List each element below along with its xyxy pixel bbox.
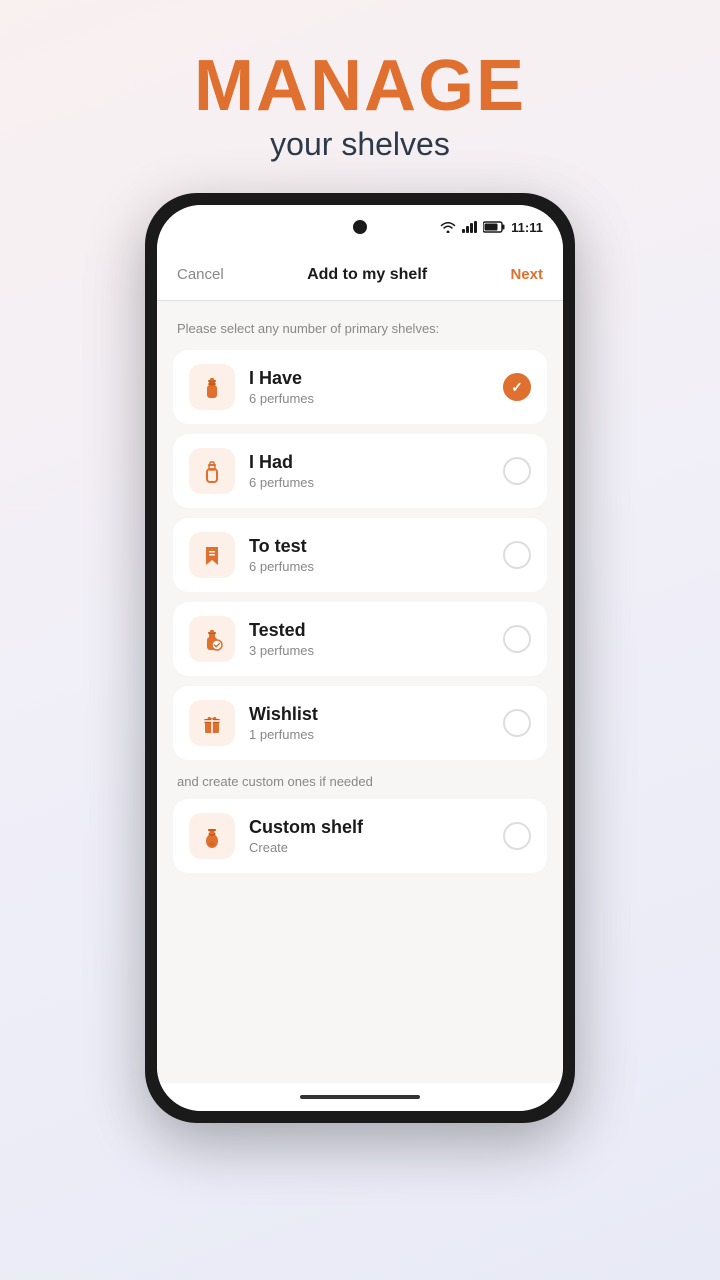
checkbox-wishlist[interactable] bbox=[503, 709, 531, 737]
shelf-item-to-test[interactable]: To test 6 perfumes bbox=[173, 518, 547, 592]
phone-frame: 11:11 Cancel Add to my shelf Next Please… bbox=[145, 193, 575, 1123]
shelf-item-tested[interactable]: Tested 3 perfumes bbox=[173, 602, 547, 676]
checkbox-to-test[interactable] bbox=[503, 541, 531, 569]
checkbox-i-had[interactable] bbox=[503, 457, 531, 485]
custom-bottle-icon bbox=[198, 822, 226, 850]
phone-screen: 11:11 Cancel Add to my shelf Next Please… bbox=[157, 205, 563, 1111]
shelf-name-i-had: I Had bbox=[249, 452, 503, 473]
shelf-count-wishlist: 1 perfumes bbox=[249, 727, 503, 742]
bookmark-icon bbox=[198, 541, 226, 569]
shelf-name-tested: Tested bbox=[249, 620, 503, 641]
shelf-info-tested: Tested 3 perfumes bbox=[249, 620, 503, 658]
shelf-icon-wrapper-wishlist bbox=[189, 700, 235, 746]
shelf-info-i-have: I Have 6 perfumes bbox=[249, 368, 503, 406]
cancel-button[interactable]: Cancel bbox=[177, 266, 224, 283]
wifi-icon bbox=[440, 221, 456, 233]
shelf-icon-wrapper-to-test bbox=[189, 532, 235, 578]
status-right: 11:11 bbox=[440, 220, 543, 235]
shelf-info-i-had: I Had 6 perfumes bbox=[249, 452, 503, 490]
next-button[interactable]: Next bbox=[510, 266, 543, 283]
content-area: Please select any number of primary shel… bbox=[157, 301, 563, 1083]
signal-bars bbox=[462, 221, 477, 233]
perfume-check-icon bbox=[198, 625, 226, 653]
shelf-icon-wrapper-custom bbox=[189, 813, 235, 859]
checkbox-i-have[interactable] bbox=[503, 373, 531, 401]
checkbox-custom[interactable] bbox=[503, 822, 531, 850]
main-subtitle: your shelves bbox=[194, 126, 526, 163]
shelf-name-custom: Custom shelf bbox=[249, 817, 503, 838]
shelf-action-custom: Create bbox=[249, 840, 503, 855]
status-time: 11:11 bbox=[511, 220, 543, 235]
shelf-icon-wrapper-i-had bbox=[189, 448, 235, 494]
home-bar bbox=[300, 1095, 420, 1099]
nav-title: Add to my shelf bbox=[307, 266, 427, 284]
primary-instruction: Please select any number of primary shel… bbox=[173, 321, 547, 336]
shelf-info-custom: Custom shelf Create bbox=[249, 817, 503, 855]
shelf-info-wishlist: Wishlist 1 perfumes bbox=[249, 704, 503, 742]
nav-bar: Cancel Add to my shelf Next bbox=[157, 249, 563, 301]
shelf-icon-wrapper-i-have bbox=[189, 364, 235, 410]
custom-instruction: and create custom ones if needed bbox=[177, 774, 543, 789]
checkbox-tested[interactable] bbox=[503, 625, 531, 653]
shelf-count-to-test: 6 perfumes bbox=[249, 559, 503, 574]
header-section: MANAGE your shelves bbox=[194, 50, 526, 163]
shelf-item-i-had[interactable]: I Had 6 perfumes bbox=[173, 434, 547, 508]
shelf-item-wishlist[interactable]: Wishlist 1 perfumes bbox=[173, 686, 547, 760]
home-indicator bbox=[157, 1083, 563, 1111]
shelf-icon-wrapper-tested bbox=[189, 616, 235, 662]
shelf-info-to-test: To test 6 perfumes bbox=[249, 536, 503, 574]
battery-icon bbox=[483, 221, 505, 233]
perfume-outline-icon bbox=[198, 457, 226, 485]
gift-icon bbox=[198, 709, 226, 737]
shelf-count-i-have: 6 perfumes bbox=[249, 391, 503, 406]
shelf-count-i-had: 6 perfumes bbox=[249, 475, 503, 490]
camera-notch bbox=[353, 220, 367, 234]
main-title: MANAGE bbox=[194, 50, 526, 122]
shelf-item-custom[interactable]: Custom shelf Create bbox=[173, 799, 547, 873]
shelf-name-wishlist: Wishlist bbox=[249, 704, 503, 725]
status-bar: 11:11 bbox=[157, 205, 563, 249]
shelf-item-i-have[interactable]: I Have 6 perfumes bbox=[173, 350, 547, 424]
perfume-bottle-icon bbox=[198, 373, 226, 401]
shelf-count-tested: 3 perfumes bbox=[249, 643, 503, 658]
shelf-name-to-test: To test bbox=[249, 536, 503, 557]
shelf-name-i-have: I Have bbox=[249, 368, 503, 389]
